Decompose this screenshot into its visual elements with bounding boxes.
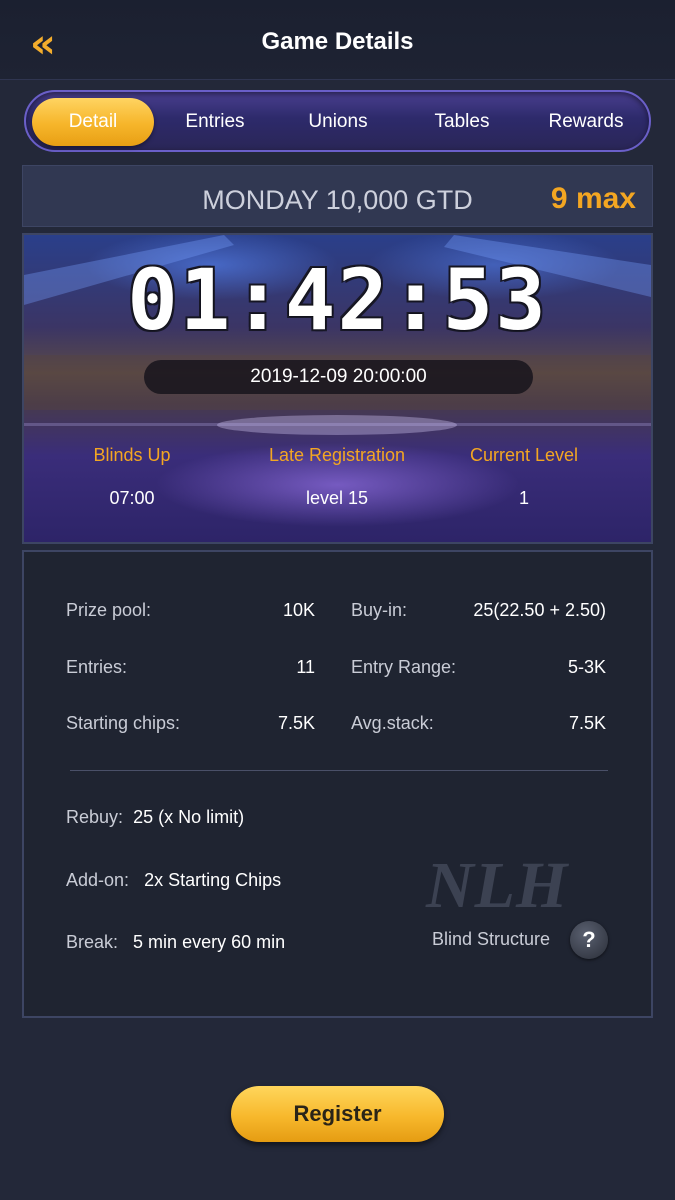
buy-in-label: Buy-in: xyxy=(351,600,408,620)
break-value: 5 min every 60 min xyxy=(133,932,286,952)
blinds-up-label: Blinds Up xyxy=(93,445,171,465)
prize-pool-label: Prize pool: xyxy=(66,600,152,620)
current-level-value: 1 xyxy=(518,488,529,508)
start-datetime: 2019-12-09 20:00:00 xyxy=(144,360,533,394)
tab-unions[interactable]: Unions xyxy=(277,98,399,146)
break-label: Break: xyxy=(66,932,119,952)
buy-in-value: 25(22.50 + 2.50) xyxy=(473,600,606,620)
countdown-timer: 01:42:53 xyxy=(127,251,548,349)
blinds-up-value: 07:00 xyxy=(109,488,155,508)
tab-bar: Detail Entries Unions Tables Rewards xyxy=(24,90,651,152)
late-registration-label: Late Registration xyxy=(268,445,406,465)
game-type-watermark: NLH xyxy=(426,849,569,922)
current-level-block: Current Level 1 xyxy=(424,445,624,509)
tab-detail[interactable]: Detail xyxy=(32,98,154,146)
current-level-label: Current Level xyxy=(469,445,579,465)
tournament-name-bar: MONDAY 10,000 GTD 9 max xyxy=(22,165,653,227)
entry-range-value: 5-3K xyxy=(567,657,606,677)
avg-stack-label: Avg.stack: xyxy=(351,713,434,733)
tab-entries[interactable]: Entries xyxy=(154,98,276,146)
late-registration-block: Late Registration level 15 xyxy=(237,445,437,509)
blinds-up-block: Blinds Up 07:00 xyxy=(32,445,232,509)
rebuy-label: Rebuy: xyxy=(66,807,124,827)
addon-row: Add-on: 2x Starting Chips xyxy=(66,870,281,891)
blind-structure-label[interactable]: Blind Structure xyxy=(432,929,550,950)
rebuy-row: Rebuy: 25 (x No limit) xyxy=(66,807,244,828)
late-registration-value: level 15 xyxy=(305,488,369,508)
avg-stack-value: 7.5K xyxy=(568,713,606,733)
max-players-badge: 9 max xyxy=(550,182,636,215)
blind-structure-help-button[interactable]: ? xyxy=(570,921,608,959)
countdown-banner: 01:42:53 2019-12-09 20:00:00 Blinds Up 0… xyxy=(22,233,653,544)
tab-rewards[interactable]: Rewards xyxy=(525,98,647,146)
addon-label: Add-on: xyxy=(66,870,130,890)
question-icon: ? xyxy=(582,927,596,952)
addon-value: 2x Starting Chips xyxy=(144,870,282,890)
register-button[interactable]: Register xyxy=(231,1086,444,1142)
header-bar: « Game Details xyxy=(0,0,675,80)
prize-pool-value: 10K xyxy=(282,600,315,620)
divider xyxy=(70,770,608,771)
rebuy-value: 25 (x No limit) xyxy=(133,807,245,827)
break-row: Break: 5 min every 60 min xyxy=(66,932,285,953)
tournament-details-panel: Prize pool: 10K Buy-in: 25(22.50 + 2.50)… xyxy=(22,550,653,1018)
entries-label: Entries: xyxy=(66,657,128,677)
tab-tables[interactable]: Tables xyxy=(401,98,523,146)
starting-chips-label: Starting chips: xyxy=(66,713,181,733)
starting-chips-value: 7.5K xyxy=(277,713,315,733)
entry-range-label: Entry Range: xyxy=(351,657,457,677)
entries-value: 11 xyxy=(296,657,315,677)
page-title: Game Details xyxy=(261,28,414,55)
